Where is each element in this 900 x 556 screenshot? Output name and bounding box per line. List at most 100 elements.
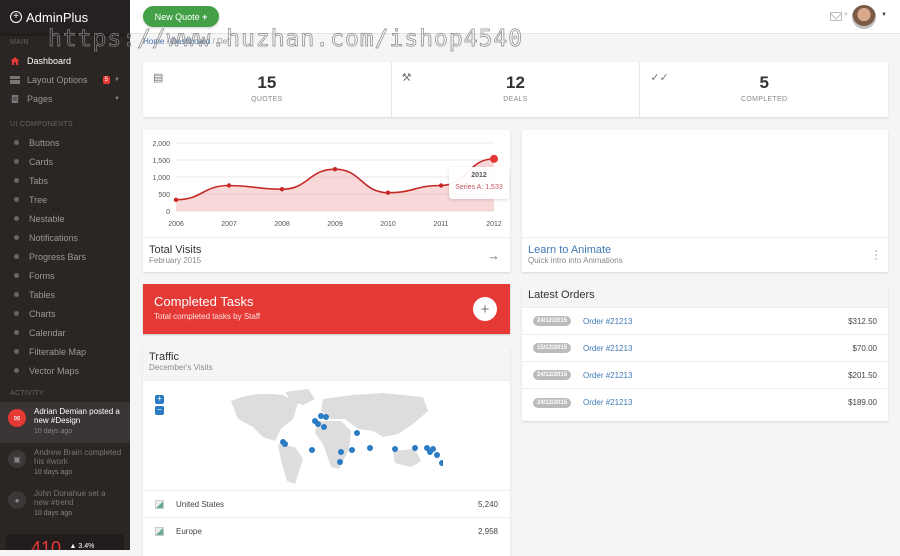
data-point[interactable] <box>490 154 498 163</box>
activity-item[interactable]: ✉ Adrian Demian posted a new #Design 10 da… <box>0 402 130 443</box>
order-link[interactable]: Order #21213 <box>583 344 632 353</box>
traffic-value: 2,958 <box>477 526 498 536</box>
order-link[interactable]: Order #21213 <box>583 398 632 407</box>
document-icon: ▤ <box>153 72 164 84</box>
chevron-down-icon[interactable]: ▼ <box>843 12 849 18</box>
sidebar-item-tables[interactable]: Tables <box>0 285 130 304</box>
map-marker[interactable] <box>282 441 288 447</box>
breadcrumb-separator: / <box>210 37 217 46</box>
data-point[interactable] <box>173 197 179 202</box>
anim-subtitle: Quick intro into Animations <box>528 256 623 265</box>
order-row: 15/12/2015 Order #21213 $70.00 <box>522 335 888 362</box>
sidebar-item-tree[interactable]: Tree <box>0 190 130 209</box>
sidebar-item-vector-maps[interactable]: Vector Maps <box>0 361 130 380</box>
map-marker[interactable] <box>367 445 373 451</box>
order-row: 24/12/2015 Order #21213 $201.50 <box>522 362 888 389</box>
x-tick-label: 2012 <box>486 221 502 228</box>
sidebar-item-layout-options[interactable]: Layout Options 5 ▼ <box>0 70 130 89</box>
stats-card: ▤ 15 QUOTES ⚒ 12 DEALS ✓✓ 5 COMPLETED <box>143 62 888 117</box>
traffic-row: Europe 2,958 <box>143 517 510 544</box>
activity-text: Adrian Demian posted a new #Design <box>34 407 120 425</box>
sidebar-item-notifications[interactable]: Notifications <box>0 228 130 247</box>
orders-title: Latest Orders <box>522 284 888 308</box>
activity-item[interactable]: ● John Donahue set a new #trend 10 days ag… <box>0 484 130 525</box>
breadcrumb-dashboard[interactable]: Dashboard <box>171 37 210 46</box>
app-title: AdminPlus <box>26 9 89 25</box>
order-date-badge: 15/12/2015 <box>533 343 572 353</box>
map-marker[interactable] <box>439 460 443 466</box>
sidebar-item-buttons[interactable]: Buttons <box>0 133 130 152</box>
user-avatar[interactable] <box>852 5 876 29</box>
data-point[interactable] <box>226 183 232 188</box>
stat-label: DEALS <box>503 96 528 103</box>
sidebar-item-pages[interactable]: Pages ▼ <box>0 89 130 108</box>
arrow-right-icon[interactable]: → <box>487 248 500 263</box>
data-point[interactable] <box>438 183 444 188</box>
sidebar-item-nestable[interactable]: Nestable <box>0 209 130 228</box>
map-marker[interactable] <box>309 447 315 453</box>
sidebar-item-label: Filterable Map <box>29 346 87 357</box>
stat-value: 12 <box>506 73 525 92</box>
new-quote-button[interactable]: New Quote + <box>143 6 219 27</box>
flag-icon <box>155 499 164 509</box>
map-marker[interactable] <box>349 447 355 453</box>
bullet-icon <box>14 254 19 259</box>
data-point[interactable] <box>385 190 391 195</box>
activity-item[interactable]: ▣ Andrew Brain completed his #work 10 days… <box>0 443 130 484</box>
calendar-icon: ▣ <box>8 450 26 468</box>
sidebar-item-tabs[interactable]: Tabs <box>0 171 130 190</box>
y-tick-label: 500 <box>158 192 170 199</box>
order-amount: $189.00 <box>848 398 877 407</box>
map-marker[interactable] <box>354 430 360 436</box>
map-marker[interactable] <box>323 414 329 420</box>
order-link[interactable]: Order #21213 <box>583 371 632 380</box>
sidebar-item-dashboard[interactable]: Dashboard <box>0 51 130 70</box>
bullet-icon <box>14 159 19 164</box>
order-amount: $201.50 <box>848 370 877 380</box>
x-tick-label: 2009 <box>327 221 343 228</box>
sidebar-item-label: Buttons <box>29 137 60 148</box>
bullet-icon <box>14 197 19 202</box>
add-task-button[interactable]: + <box>473 297 497 321</box>
map-marker[interactable] <box>392 446 398 452</box>
map-marker[interactable] <box>412 445 418 451</box>
brand[interactable]: + AdminPlus <box>0 0 130 34</box>
sidebar-item-progress-bars[interactable]: Progress Bars <box>0 247 130 266</box>
latest-orders-card: Latest Orders 24/12/2015 Order #21213 $312… <box>522 284 888 421</box>
bullet-icon <box>14 349 19 354</box>
map-marker[interactable] <box>318 413 324 419</box>
chart-subtitle: February 2015 <box>149 256 202 265</box>
more-vertical-icon[interactable]: · · · <box>874 246 878 265</box>
map-zoom-in-button[interactable]: + <box>155 395 164 404</box>
order-link[interactable]: Order #21213 <box>583 317 632 326</box>
map-marker[interactable] <box>427 449 433 455</box>
gavel-icon: ⚒ <box>401 72 412 84</box>
sidebar-item-cards[interactable]: Cards <box>0 152 130 171</box>
map-marker[interactable] <box>434 452 440 458</box>
sidebar-item-charts[interactable]: Charts <box>0 304 130 323</box>
chevron-down-icon[interactable]: ▼ <box>881 12 887 18</box>
world-map[interactable] <box>223 389 443 489</box>
breadcrumb: Home / Dashboard / Def <box>143 37 229 46</box>
map-zoom-out-button[interactable]: − <box>155 406 164 415</box>
data-point[interactable] <box>332 166 338 172</box>
sidebar-item-label: Nestable <box>29 213 65 224</box>
map-marker[interactable] <box>321 424 327 430</box>
data-point[interactable] <box>279 187 285 192</box>
x-tick-label: 2007 <box>221 221 237 228</box>
map-marker[interactable] <box>315 421 321 427</box>
stat-completed: ✓✓ 5 COMPLETED <box>640 62 888 117</box>
mail-icon[interactable] <box>830 12 842 21</box>
map-marker[interactable] <box>337 459 343 465</box>
sidebar-item-filterable-map[interactable]: Filterable Map <box>0 342 130 361</box>
chevron-down-icon: ▼ <box>114 95 120 102</box>
sidebar-item-calendar[interactable]: Calendar <box>0 323 130 342</box>
sidebar-item-label: Layout Options <box>27 74 88 85</box>
map-marker[interactable] <box>338 449 344 455</box>
section-activity: ACTIVITY <box>10 390 44 397</box>
layout-icon <box>10 75 20 84</box>
breadcrumb-home[interactable]: Home <box>143 37 164 46</box>
sidebar-item-forms[interactable]: Forms <box>0 266 130 285</box>
section-ui-components: UI COMPONENTS <box>10 121 74 128</box>
anim-title-link[interactable]: Learn to Animate <box>528 244 882 256</box>
